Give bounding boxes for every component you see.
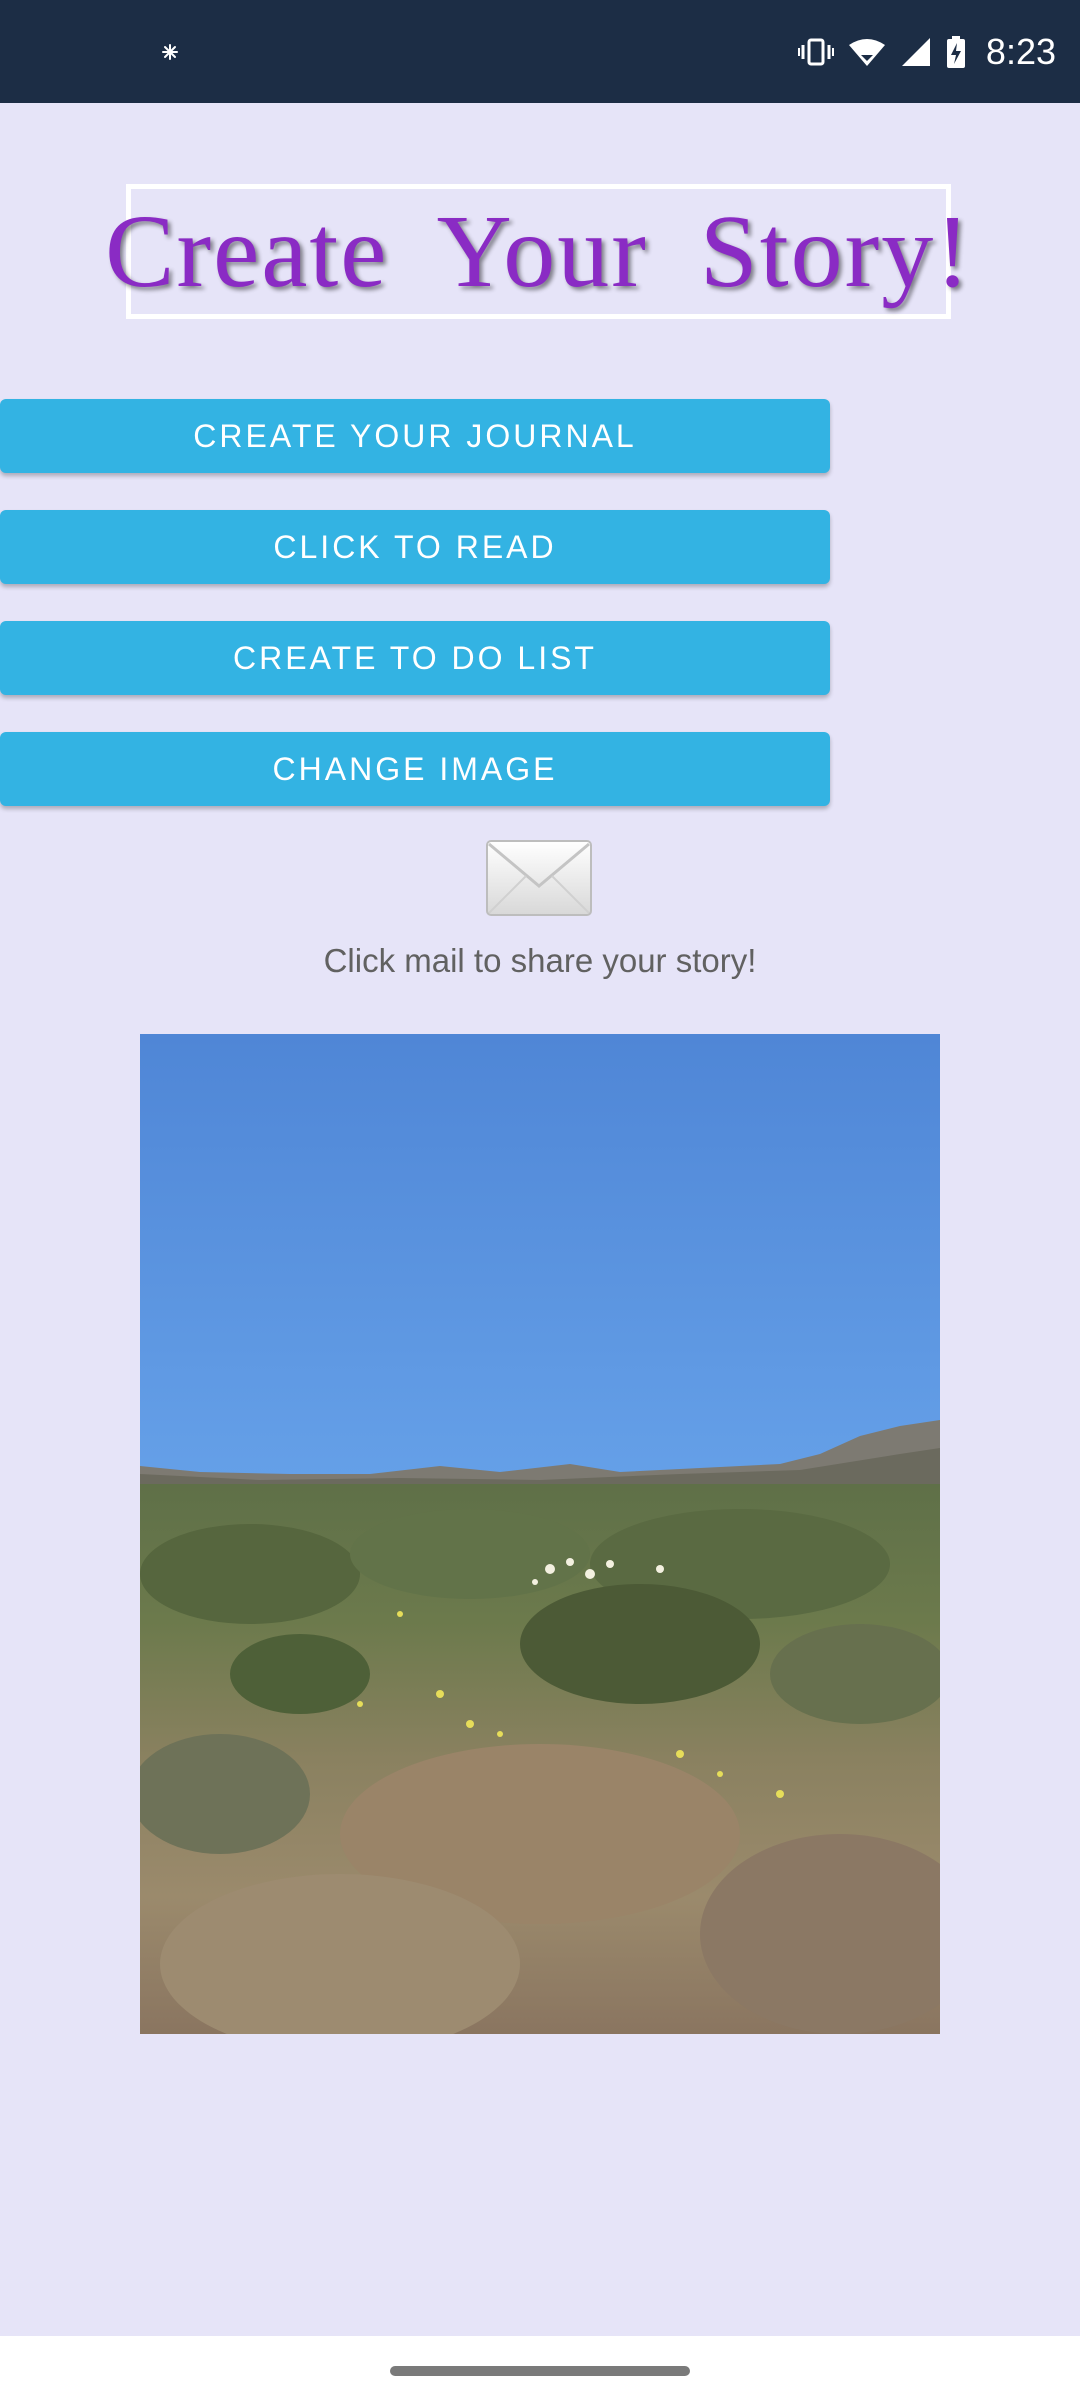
create-todo-list-button[interactable]: CREATE TO DO LIST xyxy=(0,621,830,695)
battery-charging-icon xyxy=(946,36,965,68)
notification-sparkle-icon xyxy=(162,44,178,60)
wifi-icon xyxy=(848,39,885,66)
title-banner: Create Your Story! xyxy=(105,184,970,319)
status-time: 8:23 xyxy=(985,31,1056,72)
navigation-bar xyxy=(0,2336,1080,2400)
click-to-read-button[interactable]: CLICK TO READ xyxy=(0,510,830,584)
status-bar: 8:23 xyxy=(0,0,1080,103)
status-icons: 8:23 xyxy=(797,30,1056,74)
signal-icon xyxy=(901,38,930,66)
page-title: Create Your Story! xyxy=(105,194,972,309)
change-image-button[interactable]: CHANGE IMAGE xyxy=(0,732,830,806)
home-gesture-handle[interactable] xyxy=(390,2366,690,2376)
story-image xyxy=(140,1034,940,2034)
create-journal-button[interactable]: CREATE YOUR JOURNAL xyxy=(0,399,830,473)
vibrate-icon xyxy=(797,38,834,66)
mail-icon[interactable] xyxy=(484,838,594,918)
share-caption: Click mail to share your story! xyxy=(323,942,757,979)
